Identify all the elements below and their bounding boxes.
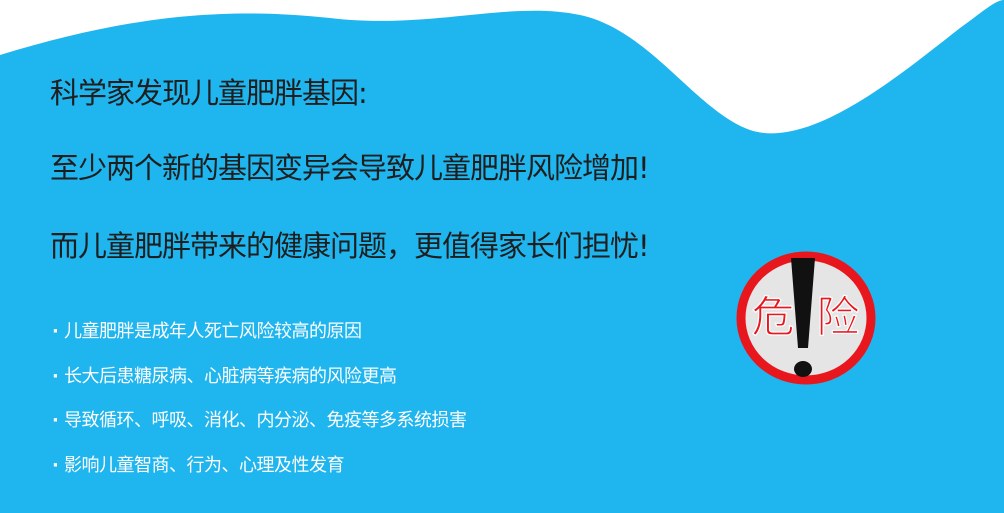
headline-genes-discovered: 科学家发现儿童肥胖基因:: [50, 76, 368, 110]
health-risks-list: · 儿童肥胖是成年人死亡风险较高的原因 · 长大后患糖尿病、心脏病等疾病的风险更高 …: [52, 320, 467, 499]
list-item-text: 儿童肥胖是成年人死亡风险较高的原因: [64, 321, 362, 342]
list-item: · 影响儿童智商、行为、心理及性发育: [52, 454, 467, 499]
danger-warning-sign: 危 险: [736, 251, 876, 385]
bullet-marker: ·: [52, 321, 59, 342]
list-item: · 长大后患糖尿病、心脏病等疾病的风险更高: [52, 365, 467, 410]
headline-gene-variants-risk: 至少两个新的基因变异会导致儿童肥胖风险增加!: [50, 151, 650, 185]
bullet-marker: ·: [52, 365, 59, 387]
bullet-marker: ·: [52, 410, 59, 432]
list-item: · 导致循环、呼吸、消化、内分泌、免疫等多系统损害: [52, 409, 467, 454]
list-item-text: 导致循环、呼吸、消化、内分泌、免疫等多系统损害: [64, 410, 467, 432]
danger-char-2: 险: [817, 293, 860, 343]
bullet-marker: ·: [52, 455, 59, 477]
list-item-text: 影响儿童智商、行为、心理及性发育: [64, 455, 345, 477]
list-item: · 儿童肥胖是成年人死亡风险较高的原因: [52, 320, 467, 365]
list-item-text: 长大后患糖尿病、心脏病等疾病的风险更高: [64, 365, 397, 387]
headline-health-concerns: 而儿童肥胖带来的健康问题，更值得家长们担忧!: [50, 229, 650, 263]
danger-char-1: 危: [752, 293, 795, 343]
